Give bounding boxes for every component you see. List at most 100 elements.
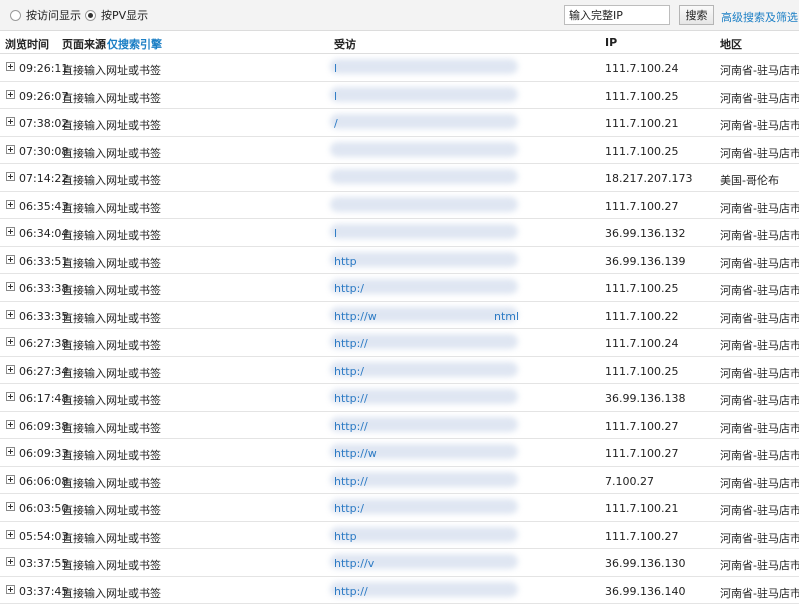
visitor-ip: 111.7.100.24 bbox=[605, 62, 678, 75]
redacted-url-blur bbox=[330, 87, 518, 102]
search-engine-only-link[interactable]: 仅搜索引擎 bbox=[107, 36, 162, 52]
expand-row-icon[interactable] bbox=[6, 557, 15, 566]
expand-row-icon[interactable] bbox=[6, 282, 15, 291]
visit-time: 06:27:34 bbox=[19, 365, 68, 378]
expand-row-icon[interactable] bbox=[6, 255, 15, 264]
expand-row-icon[interactable] bbox=[6, 117, 15, 126]
column-header-source: 页面来源 bbox=[62, 36, 106, 52]
visited-url[interactable]: http:// bbox=[334, 392, 368, 405]
visited-url[interactable]: / bbox=[334, 117, 338, 130]
visited-url[interactable]: http://w bbox=[334, 447, 377, 460]
visited-url[interactable]: http:/ bbox=[334, 282, 364, 295]
visitor-ip: 18.217.207.173 bbox=[605, 172, 692, 185]
column-header-time[interactable]: 浏览时间 bbox=[5, 36, 49, 52]
radio-by-visit-label: 按访问显示 bbox=[26, 7, 81, 23]
visited-url[interactable]: http:/ bbox=[334, 365, 364, 378]
table-row: 07:38:02直接输入网址或书签/111.7.100.21河南省-驻马店市 bbox=[0, 109, 799, 137]
page-source: 直接输入网址或书签 bbox=[62, 447, 161, 463]
page-source: 直接输入网址或书签 bbox=[62, 365, 161, 381]
visit-time: 06:27:38 bbox=[19, 337, 68, 350]
expand-row-icon[interactable] bbox=[6, 337, 15, 346]
expand-row-icon[interactable] bbox=[6, 475, 15, 484]
visitor-region: 河南省-驻马店市 bbox=[720, 62, 799, 78]
visit-time: 06:09:33 bbox=[19, 447, 68, 460]
page-source: 直接输入网址或书签 bbox=[62, 172, 161, 188]
expand-row-icon[interactable] bbox=[6, 447, 15, 456]
visited-url[interactable]: l bbox=[334, 90, 337, 103]
page-source: 直接输入网址或书签 bbox=[62, 337, 161, 353]
table-row: 06:27:34直接输入网址或书签http:/111.7.100.25河南省-驻… bbox=[0, 357, 799, 385]
table-row: 07:30:08直接输入网址或书签111.7.100.25河南省-驻马店市 bbox=[0, 137, 799, 165]
visit-time: 06:09:38 bbox=[19, 420, 68, 433]
visitor-ip: 7.100.27 bbox=[605, 475, 654, 488]
expand-row-icon[interactable] bbox=[6, 530, 15, 539]
visitor-region: 河南省-驻马店市 bbox=[720, 447, 799, 463]
page-source: 直接输入网址或书签 bbox=[62, 282, 161, 298]
visited-url[interactable]: l bbox=[334, 62, 337, 75]
expand-row-icon[interactable] bbox=[6, 365, 15, 374]
visitor-region: 河南省-驻马店市 bbox=[720, 145, 799, 161]
visited-url[interactable]: http bbox=[334, 530, 357, 543]
visited-url[interactable]: http bbox=[334, 255, 357, 268]
table-row: 06:27:38直接输入网址或书签 http:// 111.7.100.24 河南省-… bbox=[0, 329, 799, 357]
visit-time: 03:37:45 bbox=[19, 585, 68, 598]
visitor-ip: 36.99.136.140 bbox=[605, 585, 685, 598]
page-source: 直接输入网址或书签 bbox=[62, 90, 161, 106]
visited-url[interactable]: http://v bbox=[334, 557, 374, 570]
redacted-url-blur bbox=[330, 197, 518, 212]
expand-row-icon[interactable] bbox=[6, 392, 15, 401]
table-row: 06:09:38直接输入网址或书签http://111.7.100.27河南省-… bbox=[0, 412, 799, 440]
expand-row-icon[interactable] bbox=[6, 172, 15, 181]
expand-row-icon[interactable] bbox=[6, 502, 15, 511]
ip-search-input[interactable] bbox=[564, 5, 670, 25]
visited-url-tail[interactable]: ntml bbox=[494, 310, 519, 323]
visitor-region: 河南省-驻马店市 bbox=[720, 557, 799, 573]
visitor-ip: 111.7.100.24 bbox=[605, 337, 678, 350]
radio-selected-icon bbox=[85, 10, 96, 21]
expand-row-icon[interactable] bbox=[6, 145, 15, 154]
page-source: 直接输入网址或书签 bbox=[62, 227, 161, 243]
visited-url[interactable]: http://w bbox=[334, 310, 377, 323]
visitor-region: 河南省-驻马店市 bbox=[720, 475, 799, 491]
visit-time: 06:35:43 bbox=[19, 200, 68, 213]
visited-url[interactable]: http:// bbox=[334, 337, 368, 350]
expand-row-icon[interactable] bbox=[6, 90, 15, 99]
expand-row-icon[interactable] bbox=[6, 227, 15, 236]
radio-by-pv[interactable]: 按PV显示 bbox=[85, 8, 148, 22]
redacted-url-blur bbox=[330, 59, 518, 74]
radio-by-pv-label: 按PV显示 bbox=[101, 7, 148, 23]
visit-time: 06:03:50 bbox=[19, 502, 68, 515]
page-source: 直接输入网址或书签 bbox=[62, 117, 161, 133]
search-button[interactable]: 搜索 bbox=[679, 5, 714, 25]
visitor-region: 河南省-驻马店市 bbox=[720, 392, 799, 408]
visitor-region: 河南省-驻马店市 bbox=[720, 337, 799, 353]
visit-time: 09:26:07 bbox=[19, 90, 68, 103]
expand-row-icon[interactable] bbox=[6, 200, 15, 209]
expand-row-icon[interactable] bbox=[6, 585, 15, 594]
column-header-region: 地区 bbox=[720, 36, 742, 52]
expand-row-icon[interactable] bbox=[6, 310, 15, 319]
table-row: 06:33:38直接输入网址或书签http:/111.7.100.25河南省-驻… bbox=[0, 274, 799, 302]
page-source: 直接输入网址或书签 bbox=[62, 145, 161, 161]
visited-url[interactable]: l bbox=[334, 227, 337, 240]
visited-url[interactable]: http:// bbox=[334, 420, 368, 433]
table-row: 06:09:33直接输入网址或书签http://w111.7.100.27河南省… bbox=[0, 439, 799, 467]
advanced-search-link[interactable]: 高级搜索及筛选 bbox=[721, 9, 798, 25]
page-source: 直接输入网址或书签 bbox=[62, 392, 161, 408]
visited-url[interactable]: http:/ bbox=[334, 502, 364, 515]
expand-row-icon[interactable] bbox=[6, 420, 15, 429]
visitor-region: 河南省-驻马店市 bbox=[720, 585, 799, 601]
redacted-url-blur bbox=[330, 114, 518, 129]
visit-time: 06:17:48 bbox=[19, 392, 68, 405]
visited-url[interactable]: http:// bbox=[334, 585, 368, 598]
visitor-region: 河南省-驻马店市 bbox=[720, 200, 799, 216]
redacted-url-blur bbox=[330, 252, 518, 267]
redacted-url-blur bbox=[330, 527, 518, 542]
expand-row-icon[interactable] bbox=[6, 62, 15, 71]
redacted-url-blur bbox=[330, 169, 518, 184]
visitor-region: 河南省-驻马店市 bbox=[720, 530, 799, 546]
redacted-url-blur bbox=[330, 224, 518, 239]
visitor-region: 河南省-驻马店市 bbox=[720, 282, 799, 298]
radio-by-visit[interactable]: 按访问显示 bbox=[10, 8, 81, 22]
visited-url[interactable]: http:// bbox=[334, 475, 368, 488]
